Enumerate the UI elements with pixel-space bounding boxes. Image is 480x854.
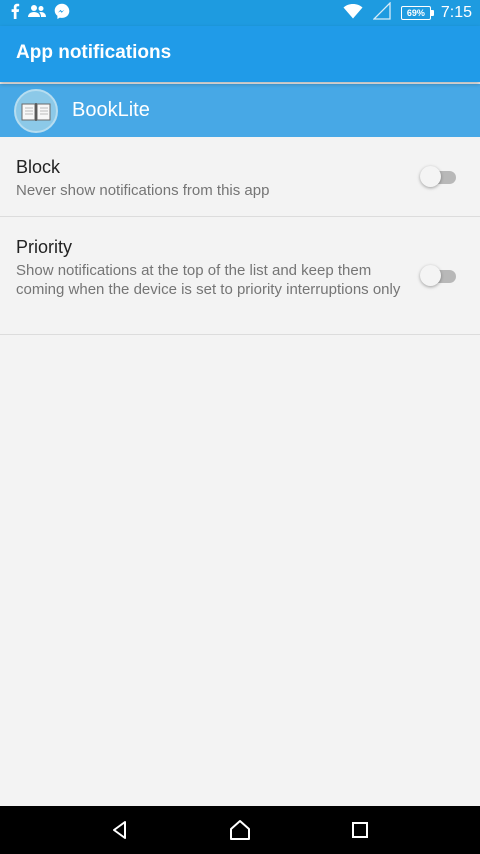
priority-setting-row[interactable]: Priority Show notifications at the top o…	[0, 217, 480, 335]
clock: 7:15	[440, 4, 472, 21]
app-header: BookLite	[0, 84, 480, 137]
wifi-icon	[343, 3, 363, 24]
priority-title: Priority	[16, 237, 73, 257]
block-setting-row[interactable]: Block Never show notifications from this…	[0, 137, 480, 217]
facebook-icon	[10, 3, 20, 24]
block-subtitle: Never show notifications from this app	[16, 182, 270, 199]
signal-icon	[372, 0, 391, 25]
page-title: App notifications	[16, 42, 172, 63]
app-name: BookLite	[72, 99, 150, 121]
priority-subtitle: Show notifications at the top of the lis…	[16, 262, 401, 298]
recents-icon[interactable]	[348, 818, 372, 842]
contacts-icon	[28, 4, 46, 23]
settings-list: Block Never show notifications from this…	[0, 137, 480, 806]
notification-icons	[10, 3, 70, 23]
battery-level: 69%	[406, 8, 425, 18]
priority-toggle[interactable]	[420, 265, 456, 287]
back-icon[interactable]	[108, 818, 132, 842]
status-bar: 69% 7:15	[0, 0, 480, 26]
battery-icon: 69%	[400, 6, 434, 20]
home-icon[interactable]	[228, 818, 252, 842]
block-toggle-thumb	[420, 166, 441, 187]
navigation-bar	[0, 806, 480, 854]
app-bar: App notifications	[0, 26, 480, 82]
messenger-icon	[54, 3, 70, 24]
block-toggle[interactable]	[420, 166, 456, 188]
book-icon	[14, 89, 58, 133]
priority-toggle-thumb	[420, 265, 441, 286]
block-title: Block	[16, 157, 61, 177]
system-indicators: 69% 7:15	[343, 0, 472, 25]
